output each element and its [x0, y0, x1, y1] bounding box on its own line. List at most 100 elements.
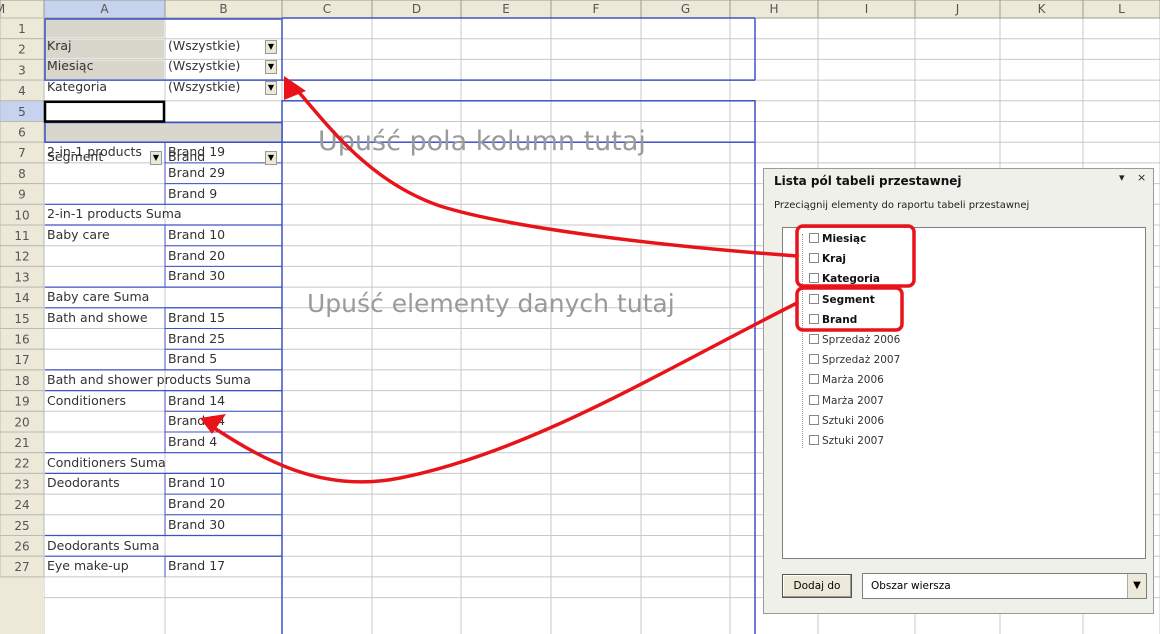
row-header[interactable]: 1: [18, 22, 26, 36]
row-header[interactable]: 14: [14, 291, 29, 305]
filter-value-miesiac[interactable]: (Wszystkie): [168, 56, 240, 76]
segment-label[interactable]: Bath and showe: [47, 308, 148, 328]
field-checkbox[interactable]: [809, 313, 819, 324]
segment-total-label[interactable]: Deodorants Suma: [47, 536, 159, 556]
column-header[interactable]: G: [681, 2, 690, 16]
row-header[interactable]: 19: [14, 395, 29, 409]
segment-dropdown[interactable]: ▼: [150, 151, 162, 165]
row-header[interactable]: 10: [14, 208, 29, 222]
field-item[interactable]: Kategoria: [809, 272, 880, 286]
field-item[interactable]: Sprzedaż 2006: [809, 333, 900, 347]
row-header[interactable]: 15: [14, 312, 29, 326]
segment-label[interactable]: Eye make-up: [47, 556, 129, 576]
field-checkbox[interactable]: [809, 394, 819, 405]
field-item[interactable]: Sztuki 2006: [809, 414, 884, 428]
chevron-down-icon[interactable]: ▼: [1127, 574, 1146, 598]
row-header[interactable]: 23: [14, 477, 29, 491]
row-header[interactable]: 18: [14, 374, 29, 388]
filter-dropdown-kraj[interactable]: ▼: [265, 40, 277, 54]
field-checkbox[interactable]: [809, 293, 819, 304]
field-checkbox[interactable]: [809, 435, 819, 445]
row-header[interactable]: 22: [14, 457, 29, 471]
row-header[interactable]: 27: [14, 560, 29, 574]
row-header[interactable]: 2: [18, 43, 26, 57]
column-header[interactable]: D: [412, 2, 421, 16]
brand-label[interactable]: Brand 10: [168, 225, 225, 245]
brand-label[interactable]: Brand 10: [168, 473, 225, 493]
row-header[interactable]: 24: [14, 498, 29, 512]
brand-label[interactable]: Brand 20: [168, 494, 225, 514]
row-header[interactable]: 21: [14, 436, 29, 450]
field-checkbox[interactable]: [809, 273, 819, 284]
row-header[interactable]: 11: [14, 229, 29, 243]
add-to-button[interactable]: Dodaj do: [782, 574, 852, 598]
brand-label[interactable]: Brand 9: [168, 184, 217, 204]
brand-label[interactable]: Brand 5: [168, 349, 217, 369]
segment-total-label[interactable]: Baby care Suma: [47, 287, 149, 307]
column-header[interactable]: F: [593, 2, 600, 16]
segment-total-label[interactable]: 2-in-1 products Suma: [47, 204, 182, 224]
brand-label[interactable]: Brand 24: [168, 411, 225, 431]
row-header[interactable]: 12: [14, 250, 29, 264]
segment-label[interactable]: Conditioners: [47, 391, 126, 411]
brand-label[interactable]: Brand 4: [168, 432, 217, 452]
brand-label[interactable]: Brand 14: [168, 391, 225, 411]
column-header[interactable]: I: [865, 2, 869, 16]
brand-label[interactable]: Brand 15: [168, 308, 225, 328]
column-header[interactable]: A: [100, 2, 109, 16]
field-item[interactable]: Marża 2006: [809, 373, 884, 387]
column-drop-zone[interactable]: Upuść pola kolumn tutaj: [318, 126, 646, 157]
field-checkbox[interactable]: [809, 253, 819, 264]
column-header[interactable]: C: [323, 2, 331, 16]
row-header[interactable]: 8: [18, 167, 26, 181]
brand-label[interactable]: Brand 29: [168, 163, 225, 183]
column-header[interactable]: L: [1118, 2, 1125, 16]
segment-label[interactable]: 2-in-1 products: [47, 142, 142, 162]
row-header[interactable]: 7: [18, 146, 26, 160]
row-header[interactable]: 13: [14, 270, 29, 284]
brand-label[interactable]: Brand 20: [168, 246, 225, 266]
field-checkbox[interactable]: [809, 354, 819, 365]
column-header[interactable]: E: [502, 2, 510, 16]
brand-label[interactable]: Brand 25: [168, 329, 225, 349]
brand-label[interactable]: Brand 17: [168, 556, 225, 576]
row-header[interactable]: 26: [14, 540, 29, 554]
field-item[interactable]: Segment: [809, 293, 875, 307]
row-header[interactable]: 25: [14, 519, 29, 533]
field-checkbox[interactable]: [809, 374, 819, 385]
brand-label[interactable]: Brand 30: [168, 266, 225, 286]
filter-dropdown-kategoria[interactable]: ▼: [265, 81, 277, 95]
row-header[interactable]: 16: [14, 333, 29, 347]
field-checkbox[interactable]: [809, 334, 819, 344]
row-header[interactable]: 20: [14, 415, 29, 429]
field-item[interactable]: Sztuki 2007: [809, 434, 884, 448]
segment-label[interactable]: Deodorants: [47, 473, 120, 493]
segment-total-label[interactable]: Bath and shower products Suma: [47, 370, 251, 390]
brand-label[interactable]: Brand 19: [168, 142, 225, 162]
column-header[interactable]: B: [219, 2, 227, 16]
row-header[interactable]: 9: [18, 188, 26, 202]
data-drop-zone[interactable]: Upuść elementy danych tutaj: [307, 289, 675, 318]
pane-menu-icon[interactable]: ▾: [1119, 171, 1125, 184]
brand-dropdown[interactable]: ▼: [265, 151, 277, 165]
segment-total-label[interactable]: Conditioners Suma: [47, 453, 166, 473]
area-select[interactable]: Obszar wiersza ▼: [862, 573, 1147, 599]
close-icon[interactable]: ×: [1137, 171, 1146, 184]
column-header[interactable]: J: [955, 2, 960, 16]
row-header[interactable]: 17: [14, 353, 29, 367]
row-header[interactable]: 3: [18, 63, 26, 77]
row-header[interactable]: 5: [18, 105, 26, 119]
field-item[interactable]: Brand: [809, 313, 857, 327]
column-header[interactable]: K: [1038, 2, 1047, 16]
field-item[interactable]: Sprzedaż 2007: [809, 353, 900, 367]
brand-label[interactable]: Brand 30: [168, 515, 225, 535]
field-item[interactable]: Miesiąc: [809, 232, 866, 246]
field-item[interactable]: Marża 2007: [809, 394, 884, 408]
row-header[interactable]: 6: [18, 126, 26, 140]
segment-label[interactable]: Baby care: [47, 225, 110, 245]
row-header[interactable]: 4: [18, 84, 26, 98]
field-item[interactable]: Kraj: [809, 252, 846, 266]
column-header[interactable]: M: [0, 2, 5, 16]
field-checkbox[interactable]: [809, 414, 819, 425]
filter-value-kategoria[interactable]: (Wszystkie): [168, 77, 240, 97]
